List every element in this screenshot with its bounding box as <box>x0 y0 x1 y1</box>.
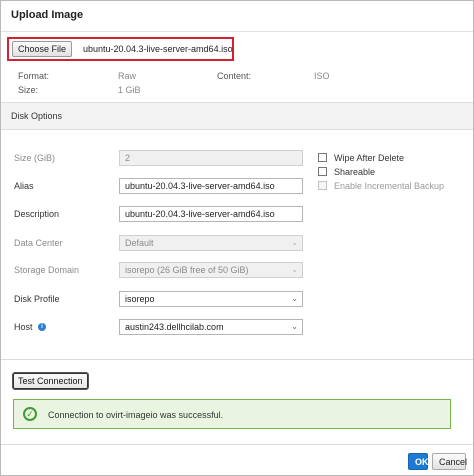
disk-size-label: Size (GiB) <box>14 153 56 163</box>
disk-options-section: Disk Options <box>1 102 473 130</box>
section-divider <box>1 359 473 360</box>
chevron-down-icon: ⌄ <box>291 238 298 247</box>
disk-size-input[interactable]: 2 <box>119 150 303 166</box>
wipe-after-delete-label: Wipe After Delete <box>334 153 405 163</box>
info-icon[interactable]: i <box>38 323 46 331</box>
data-center-value: Default <box>125 238 154 248</box>
description-input[interactable]: ubuntu-20.04.3-live-server-amd64.iso <box>119 206 303 222</box>
data-center-select[interactable]: Default ⌄ <box>119 235 303 251</box>
host-label: Host <box>14 322 33 332</box>
alias-value: ubuntu-20.04.3-live-server-amd64.iso <box>125 181 275 191</box>
disk-size-value: 2 <box>125 153 131 163</box>
chevron-down-icon: ⌄ <box>291 294 298 303</box>
disk-options-title: Disk Options <box>11 111 63 121</box>
format-value: Raw <box>118 71 137 81</box>
ok-button[interactable]: OK <box>408 453 429 470</box>
enable-incremental-backup-label: Enable Incremental Backup <box>334 181 445 191</box>
alias-label: Alias <box>14 181 34 191</box>
enable-incremental-backup-checkbox[interactable] <box>318 181 327 190</box>
wipe-after-delete-checkbox[interactable] <box>318 153 327 162</box>
upload-image-dialog: Upload Image Choose File ubuntu-20.04.3-… <box>0 0 474 476</box>
alias-input[interactable]: ubuntu-20.04.3-live-server-amd64.iso <box>119 178 303 194</box>
disk-profile-value: isorepo <box>125 294 155 304</box>
cancel-button[interactable]: Cancel <box>432 453 467 470</box>
footer-divider <box>1 444 473 445</box>
size-label: Size: <box>18 85 39 95</box>
choose-file-button[interactable]: Choose File <box>12 41 73 57</box>
content-label: Content: <box>217 71 252 81</box>
file-selector-highlight: Choose File ubuntu-20.04.3-live-server-a… <box>7 37 234 61</box>
chevron-down-icon: ⌄ <box>291 265 298 274</box>
description-label: Description <box>14 209 60 219</box>
disk-profile-select[interactable]: isorepo ⌄ <box>119 291 303 307</box>
format-label: Format: <box>18 71 50 81</box>
success-message: Connection to ovirt-imageio was successf… <box>48 410 224 420</box>
shareable-checkbox[interactable] <box>318 167 327 176</box>
storage-domain-label: Storage Domain <box>14 265 80 275</box>
host-select[interactable]: austin243.dellhcilab.com ⌄ <box>119 319 303 335</box>
dialog-title: Upload Image <box>11 9 84 21</box>
size-value: 1 GiB <box>118 85 141 95</box>
dialog-title-bar: Upload Image <box>1 1 473 32</box>
description-value: ubuntu-20.04.3-live-server-amd64.iso <box>125 209 275 219</box>
disk-profile-label: Disk Profile <box>14 294 60 304</box>
host-value: austin243.dellhcilab.com <box>125 322 224 332</box>
storage-domain-value: isorepo (26 GiB free of 50 GiB) <box>125 265 249 275</box>
chevron-down-icon: ⌄ <box>291 322 298 331</box>
check-circle-icon: ✓ <box>23 407 37 421</box>
selected-file-name: ubuntu-20.04.3-live-server-amd64.iso <box>83 44 233 54</box>
content-value: ISO <box>314 71 330 81</box>
shareable-label: Shareable <box>334 167 376 177</box>
data-center-label: Data Center <box>14 238 63 248</box>
test-connection-button[interactable]: Test Connection <box>12 372 89 390</box>
success-alert: ✓ Connection to ovirt-imageio was succes… <box>13 399 451 429</box>
storage-domain-select[interactable]: isorepo (26 GiB free of 50 GiB) ⌄ <box>119 262 303 278</box>
